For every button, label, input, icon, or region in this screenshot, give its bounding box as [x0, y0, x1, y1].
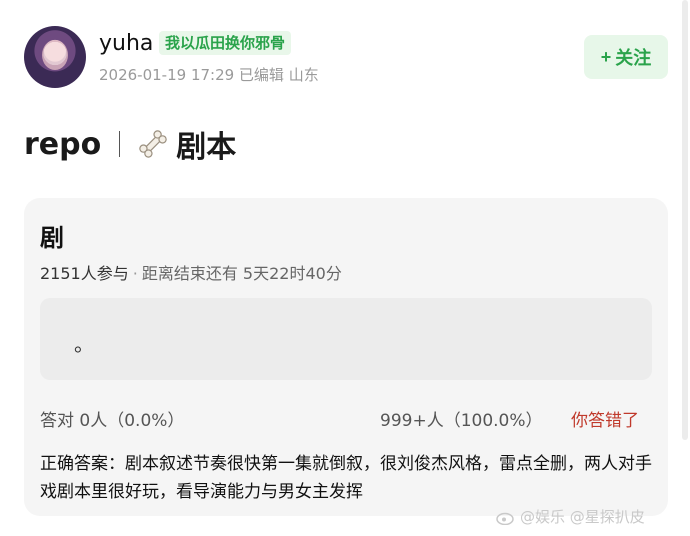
correct-answer: 正确答案：剧本叙述节奏很快第一集就倒叙，很刘俊杰风格，雷点全删，两人对手戏剧本里… [40, 454, 652, 502]
poll-card: 剧 2151人参与 · 距离结束还有 5天22时40分 。 答对 0人（0.0%） … [24, 198, 668, 516]
follow-label: 关注 [615, 48, 652, 68]
user-badge: 我以瓜田换你邪骨 [159, 31, 292, 55]
watermark: @娱乐 @星探扒皮 [496, 506, 645, 527]
weibo-icon [496, 512, 514, 525]
time-remaining: 距离结束还有 5天22时40分 [141, 264, 342, 283]
plus-icon: + [600, 46, 612, 67]
participant-count: 2151人参与 [40, 264, 129, 283]
poll-option-text: 。 [74, 332, 94, 356]
username[interactable]: yuha [99, 31, 153, 56]
bone-icon [139, 130, 167, 158]
post-subtitle: 剧本 [176, 130, 237, 165]
post-title-row: repo 剧本 [24, 124, 237, 166]
other-count: 999+人（100.0%） [380, 411, 543, 431]
stats-separator: · [132, 264, 138, 283]
avatar[interactable] [24, 26, 86, 88]
poll-stats: 2151人参与 · 距离结束还有 5天22时40分 [40, 260, 342, 284]
scrollbar[interactable] [682, 0, 688, 440]
title-divider [119, 131, 121, 157]
poll-title: 剧 [40, 224, 64, 252]
poll-option[interactable]: 。 [40, 298, 652, 380]
wrong-status: 你答错了 [571, 411, 639, 431]
post-title: repo [24, 126, 102, 162]
watermark-text: @娱乐 @星探扒皮 [520, 508, 645, 526]
correct-count: 答对 0人（0.0%） [40, 411, 185, 431]
follow-button[interactable]: + 关注 [584, 35, 668, 79]
post-meta: 2026-01-19 17:29 已编辑 山东 [99, 66, 319, 84]
post-header: yuha 我以瓜田换你邪骨 2026-01-19 17:29 已编辑 山东 + … [0, 0, 690, 100]
